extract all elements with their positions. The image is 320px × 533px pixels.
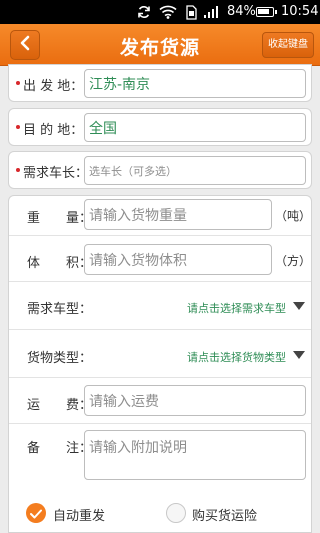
cargo-type-label: 货物类型： <box>27 351 93 366</box>
battery-percent: 84% <box>227 4 256 19</box>
truck-type-label: 需求车型： <box>27 302 93 317</box>
signal-icon <box>202 4 220 20</box>
divider <box>9 235 311 236</box>
origin-field[interactable]: 江苏-南京 <box>84 69 306 98</box>
battery-icon <box>256 7 277 17</box>
sync-icon <box>136 4 152 20</box>
destination-card: 目 的 地： 全国 <box>8 108 312 146</box>
hide-keyboard-button[interactable]: 收起键盘 <box>262 32 314 58</box>
details-card: 重 量： 请输入货物重量 （吨） 体 积： 请输入货物体积 （方） 需求车型： … <box>8 195 312 533</box>
origin-label: 出 发 地： <box>23 79 84 94</box>
divider <box>9 423 311 424</box>
weight-label: 重 量： <box>27 211 93 226</box>
status-bar: 84% 10:54 <box>0 0 320 24</box>
weight-input[interactable]: 请输入货物重量 <box>84 199 272 230</box>
volume-input[interactable]: 请输入货物体积 <box>84 244 272 275</box>
auto-resend-label[interactable]: 自动重发 <box>53 505 105 524</box>
dropdown-arrow-icon[interactable] <box>293 302 305 310</box>
title-bar: 发布货源 收起键盘 <box>0 24 320 66</box>
remark-label: 备 注： <box>27 441 93 456</box>
volume-label: 体 积： <box>27 256 93 271</box>
destination-label: 目 的 地： <box>23 123 84 138</box>
required-marker <box>16 168 20 172</box>
cargo-type-selector[interactable]: 请点击选择货物类型 <box>187 349 286 365</box>
remark-input[interactable]: 请输入附加说明 <box>84 430 306 480</box>
required-marker <box>16 81 20 85</box>
divider <box>9 281 311 282</box>
freight-label: 运 费： <box>27 398 93 413</box>
divider <box>9 329 311 330</box>
route-card: 出 发 地： 江苏-南京 <box>8 64 312 102</box>
checkmark-icon <box>30 504 42 523</box>
status-clock: 10:54 <box>281 4 319 19</box>
freight-input[interactable]: 请输入运费 <box>84 385 306 416</box>
truck-length-card: 需求车长： 选车长（可多选） <box>8 151 312 189</box>
dropdown-arrow-icon[interactable] <box>293 351 305 359</box>
auto-resend-checkbox[interactable] <box>26 503 46 523</box>
truck-length-label: 需求车长： <box>23 166 89 181</box>
divider <box>9 377 311 378</box>
truck-type-selector[interactable]: 请点击选择需求车型 <box>187 300 286 316</box>
destination-field[interactable]: 全国 <box>84 113 306 142</box>
required-marker <box>16 125 20 129</box>
truck-length-field[interactable]: 选车长（可多选） <box>84 156 306 185</box>
insurance-label[interactable]: 购买货运险 <box>192 505 257 524</box>
weight-unit: （吨） <box>275 209 312 223</box>
sim-icon <box>184 4 198 20</box>
wifi-icon <box>158 4 178 20</box>
insurance-checkbox[interactable] <box>166 503 186 523</box>
volume-unit: （方） <box>275 254 312 268</box>
